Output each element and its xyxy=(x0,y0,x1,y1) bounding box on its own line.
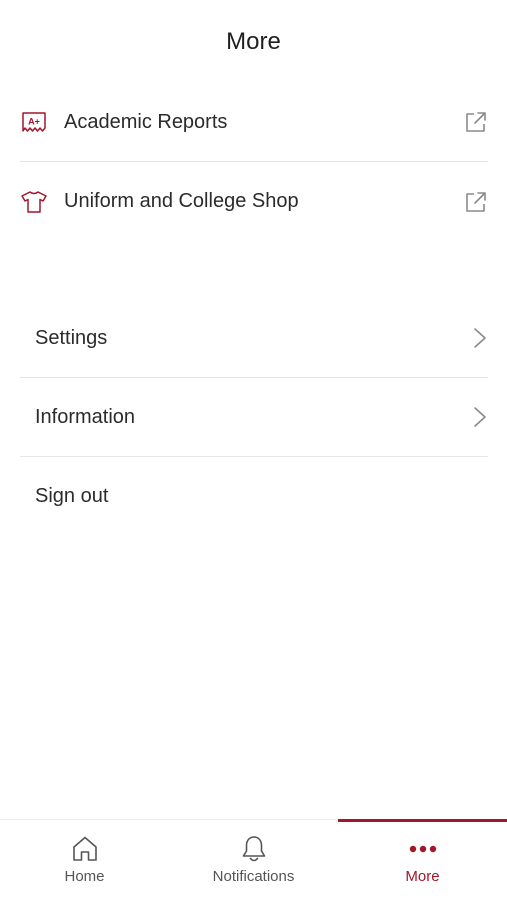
academic-reports-row[interactable]: A+ Academic Reports xyxy=(20,83,488,162)
tab-notifications[interactable]: Notifications xyxy=(169,820,338,900)
more-screen: More A+ Academic Reports Uniform and Col… xyxy=(0,0,507,900)
tab-home[interactable]: Home xyxy=(0,820,169,900)
academic-reports-label: Academic Reports xyxy=(64,110,228,133)
chevron-right-icon xyxy=(460,403,488,431)
tab-more[interactable]: More xyxy=(338,819,507,900)
page-title: More xyxy=(226,28,281,55)
information-label: Information xyxy=(35,405,136,428)
information-row[interactable]: Information xyxy=(20,378,488,457)
tab-more-label: More xyxy=(405,868,440,885)
tab-notifications-label: Notifications xyxy=(212,868,295,885)
sign-out-label: Sign out xyxy=(35,485,109,507)
sign-out-row[interactable]: Sign out xyxy=(20,457,488,536)
settings-row[interactable]: Settings xyxy=(20,299,488,378)
external-link-icon xyxy=(460,108,488,136)
uniform-shop-label: Uniform and College Shop xyxy=(64,190,299,212)
uniform-shop-row[interactable]: Uniform and College Shop xyxy=(20,162,488,241)
external-link-icon xyxy=(460,188,488,216)
chevron-right-icon xyxy=(460,324,488,352)
settings-list: Settings Information Sign out xyxy=(20,299,488,536)
external-links-list: A+ Academic Reports Uniform and College … xyxy=(20,83,488,241)
settings-label: Settings xyxy=(35,326,108,349)
home-icon xyxy=(69,833,101,865)
report-card-icon: A+ xyxy=(20,108,48,136)
more-dots-icon xyxy=(407,833,439,865)
bell-icon xyxy=(238,833,270,865)
tshirt-icon xyxy=(20,188,48,216)
tab-home-label: Home xyxy=(64,868,105,885)
svg-text:A+: A+ xyxy=(28,117,40,127)
bottom-tab-bar: Home Notifications More xyxy=(0,819,507,900)
